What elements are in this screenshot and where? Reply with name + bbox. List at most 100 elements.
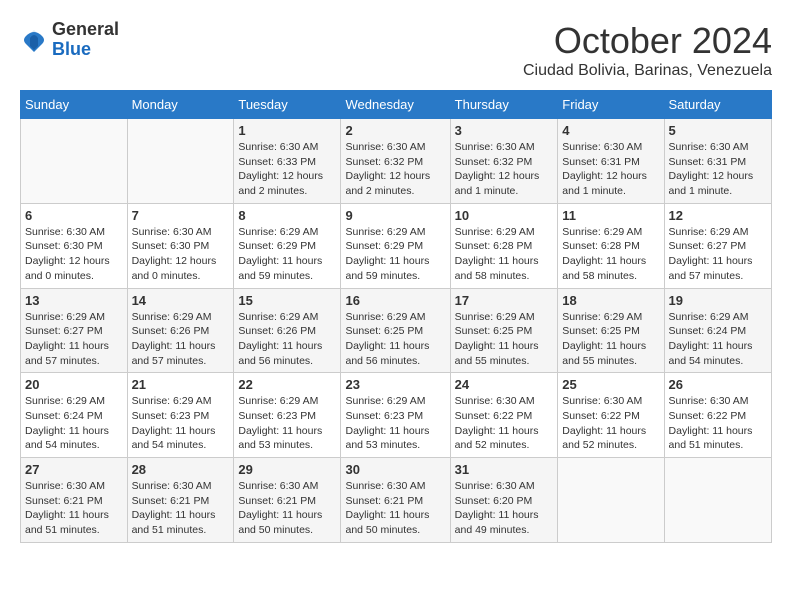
day-info: Sunrise: 6:30 AM Sunset: 6:22 PM Dayligh… (455, 394, 554, 453)
day-info: Sunrise: 6:29 AM Sunset: 6:24 PM Dayligh… (669, 310, 767, 369)
calendar-cell: 23 Sunrise: 6:29 AM Sunset: 6:23 PM Dayli… (341, 373, 450, 458)
day-number: 21 (132, 377, 230, 392)
month-title: October 2024 (523, 20, 772, 62)
day-header-wednesday: Wednesday (341, 91, 450, 119)
day-number: 18 (562, 293, 659, 308)
day-number: 11 (562, 208, 659, 223)
calendar-cell: 26Sunrise: 6:30 AM Sunset: 6:22 PM Dayli… (664, 373, 771, 458)
logo-text: General Blue (52, 20, 119, 60)
week-row-4: 20 Sunrise: 6:29 AM Sunset: 6:24 PM Dayli… (21, 373, 772, 458)
calendar-cell: 14 Sunrise: 6:29 AM Sunset: 6:26 PM Dayli… (127, 288, 234, 373)
day-number: 10 (455, 208, 554, 223)
day-number: 28 (132, 462, 230, 477)
day-header-saturday: Saturday (664, 91, 771, 119)
day-info: Sunrise: 6:29 AM Sunset: 6:29 PM Dayligh… (345, 225, 445, 284)
calendar-cell: 11 Sunrise: 6:29 AM Sunset: 6:28 PM Dayli… (558, 203, 664, 288)
day-number: 22 (238, 377, 336, 392)
calendar-cell: 15 Sunrise: 6:29 AM Sunset: 6:26 PM Dayli… (234, 288, 341, 373)
day-info: Sunrise: 6:29 AM Sunset: 6:25 PM Dayligh… (345, 310, 445, 369)
calendar-cell: 16Sunrise: 6:29 AM Sunset: 6:25 PM Dayli… (341, 288, 450, 373)
day-info: Sunrise: 6:29 AM Sunset: 6:23 PM Dayligh… (132, 394, 230, 453)
day-info: Sunrise: 6:29 AM Sunset: 6:25 PM Dayligh… (562, 310, 659, 369)
calendar-cell: 30 Sunrise: 6:30 AM Sunset: 6:21 PM Dayli… (341, 458, 450, 543)
day-info: Sunrise: 6:30 AM Sunset: 6:33 PM Dayligh… (238, 140, 336, 199)
logo: General Blue (20, 20, 119, 60)
day-header-monday: Monday (127, 91, 234, 119)
day-number: 19 (669, 293, 767, 308)
day-info: Sunrise: 6:30 AM Sunset: 6:31 PM Dayligh… (562, 140, 659, 199)
calendar-cell: 9 Sunrise: 6:29 AM Sunset: 6:29 PM Daylig… (341, 203, 450, 288)
calendar-cell: 25Sunrise: 6:30 AM Sunset: 6:22 PM Dayli… (558, 373, 664, 458)
header-row: SundayMondayTuesdayWednesdayThursdayFrid… (21, 91, 772, 119)
day-info: Sunrise: 6:30 AM Sunset: 6:21 PM Dayligh… (238, 479, 336, 538)
day-number: 9 (345, 208, 445, 223)
day-header-thursday: Thursday (450, 91, 558, 119)
calendar-table: SundayMondayTuesdayWednesdayThursdayFrid… (20, 90, 772, 543)
day-info: Sunrise: 6:29 AM Sunset: 6:27 PM Dayligh… (669, 225, 767, 284)
day-info: Sunrise: 6:30 AM Sunset: 6:30 PM Dayligh… (25, 225, 123, 284)
logo-general: General (52, 20, 119, 40)
calendar-cell: 19 Sunrise: 6:29 AM Sunset: 6:24 PM Dayli… (664, 288, 771, 373)
day-info: Sunrise: 6:29 AM Sunset: 6:24 PM Dayligh… (25, 394, 123, 453)
day-info: Sunrise: 6:30 AM Sunset: 6:30 PM Dayligh… (132, 225, 230, 284)
day-info: Sunrise: 6:30 AM Sunset: 6:32 PM Dayligh… (455, 140, 554, 199)
day-number: 2 (345, 123, 445, 138)
day-header-tuesday: Tuesday (234, 91, 341, 119)
calendar-cell (127, 119, 234, 204)
day-number: 27 (25, 462, 123, 477)
day-info: Sunrise: 6:29 AM Sunset: 6:28 PM Dayligh… (455, 225, 554, 284)
day-header-sunday: Sunday (21, 91, 128, 119)
day-info: Sunrise: 6:30 AM Sunset: 6:22 PM Dayligh… (562, 394, 659, 453)
day-info: Sunrise: 6:30 AM Sunset: 6:21 PM Dayligh… (25, 479, 123, 538)
calendar-cell: 3 Sunrise: 6:30 AM Sunset: 6:32 PM Daylig… (450, 119, 558, 204)
calendar-cell: 29 Sunrise: 6:30 AM Sunset: 6:21 PM Dayli… (234, 458, 341, 543)
calendar-cell: 2 Sunrise: 6:30 AM Sunset: 6:32 PM Daylig… (341, 119, 450, 204)
calendar-cell: 20 Sunrise: 6:29 AM Sunset: 6:24 PM Dayli… (21, 373, 128, 458)
day-number: 7 (132, 208, 230, 223)
day-number: 29 (238, 462, 336, 477)
day-info: Sunrise: 6:29 AM Sunset: 6:26 PM Dayligh… (132, 310, 230, 369)
day-info: Sunrise: 6:29 AM Sunset: 6:26 PM Dayligh… (238, 310, 336, 369)
day-number: 3 (455, 123, 554, 138)
day-info: Sunrise: 6:30 AM Sunset: 6:32 PM Dayligh… (345, 140, 445, 199)
day-number: 23 (345, 377, 445, 392)
calendar-cell: 17 Sunrise: 6:29 AM Sunset: 6:25 PM Dayli… (450, 288, 558, 373)
calendar-cell (558, 458, 664, 543)
day-info: Sunrise: 6:29 AM Sunset: 6:29 PM Dayligh… (238, 225, 336, 284)
calendar-cell: 13 Sunrise: 6:29 AM Sunset: 6:27 PM Dayli… (21, 288, 128, 373)
day-number: 24 (455, 377, 554, 392)
day-info: Sunrise: 6:30 AM Sunset: 6:20 PM Dayligh… (455, 479, 554, 538)
day-number: 13 (25, 293, 123, 308)
day-info: Sunrise: 6:30 AM Sunset: 6:21 PM Dayligh… (132, 479, 230, 538)
day-number: 1 (238, 123, 336, 138)
calendar-cell (21, 119, 128, 204)
day-number: 6 (25, 208, 123, 223)
day-number: 15 (238, 293, 336, 308)
day-number: 30 (345, 462, 445, 477)
day-header-friday: Friday (558, 91, 664, 119)
day-number: 26 (669, 377, 767, 392)
day-number: 12 (669, 208, 767, 223)
logo-blue: Blue (52, 40, 119, 60)
day-number: 14 (132, 293, 230, 308)
week-row-5: 27 Sunrise: 6:30 AM Sunset: 6:21 PM Dayli… (21, 458, 772, 543)
day-info: Sunrise: 6:29 AM Sunset: 6:28 PM Dayligh… (562, 225, 659, 284)
calendar-cell: 12 Sunrise: 6:29 AM Sunset: 6:27 PM Dayli… (664, 203, 771, 288)
day-number: 17 (455, 293, 554, 308)
day-info: Sunrise: 6:29 AM Sunset: 6:23 PM Dayligh… (345, 394, 445, 453)
calendar-cell: 4Sunrise: 6:30 AM Sunset: 6:31 PM Daylig… (558, 119, 664, 204)
calendar-cell: 8 Sunrise: 6:29 AM Sunset: 6:29 PM Daylig… (234, 203, 341, 288)
day-number: 20 (25, 377, 123, 392)
day-info: Sunrise: 6:29 AM Sunset: 6:25 PM Dayligh… (455, 310, 554, 369)
day-info: Sunrise: 6:30 AM Sunset: 6:21 PM Dayligh… (345, 479, 445, 538)
calendar-cell: 24 Sunrise: 6:30 AM Sunset: 6:22 PM Dayli… (450, 373, 558, 458)
day-info: Sunrise: 6:29 AM Sunset: 6:27 PM Dayligh… (25, 310, 123, 369)
week-row-1: 1 Sunrise: 6:30 AM Sunset: 6:33 PM Daylig… (21, 119, 772, 204)
calendar-cell: 31Sunrise: 6:30 AM Sunset: 6:20 PM Dayli… (450, 458, 558, 543)
calendar-cell: 27 Sunrise: 6:30 AM Sunset: 6:21 PM Dayli… (21, 458, 128, 543)
day-number: 8 (238, 208, 336, 223)
subtitle: Ciudad Bolivia, Barinas, Venezuela (523, 62, 772, 80)
calendar-cell: 28 Sunrise: 6:30 AM Sunset: 6:21 PM Dayli… (127, 458, 234, 543)
week-row-2: 6 Sunrise: 6:30 AM Sunset: 6:30 PM Daylig… (21, 203, 772, 288)
day-info: Sunrise: 6:29 AM Sunset: 6:23 PM Dayligh… (238, 394, 336, 453)
